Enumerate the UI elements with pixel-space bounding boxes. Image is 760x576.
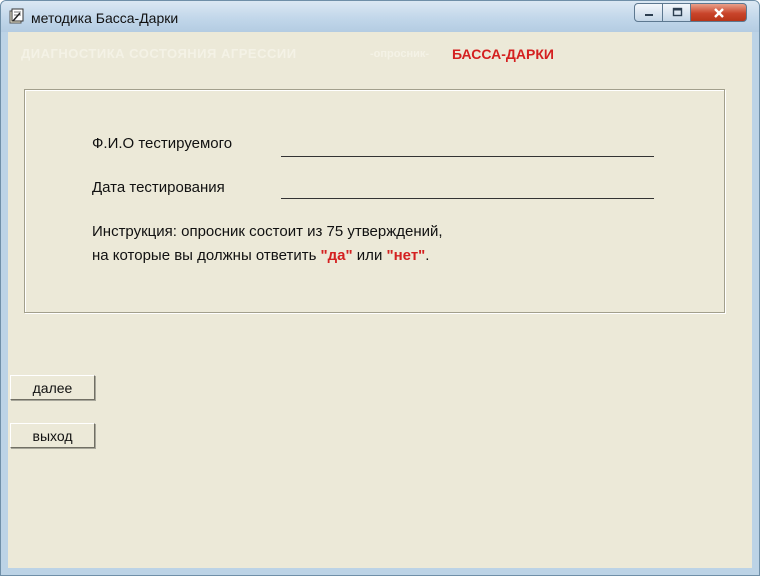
date-input-line[interactable]	[281, 198, 654, 199]
yes-answer-text: "да"	[320, 247, 353, 264]
maximize-button[interactable]	[663, 3, 691, 22]
test-info-panel: Ф.И.О тестируемого Дата тестирования Инс…	[24, 89, 725, 313]
name-label: Ф.И.О тестируемого	[92, 135, 233, 152]
instruction-period: .	[425, 247, 430, 264]
close-button[interactable]	[691, 3, 747, 22]
instruction-line-1: Инструкция: опросник состоит из 75 утвер…	[92, 223, 443, 240]
instruction-line-2: на которые вы должны ответить "да" или "…	[92, 244, 443, 268]
app-icon	[9, 8, 24, 24]
minimize-button[interactable]	[634, 3, 663, 22]
instruction-line-2-text: на которые вы должны ответить	[92, 247, 321, 264]
minimize-icon	[644, 13, 653, 16]
exit-button[interactable]: выход	[10, 423, 95, 448]
title-bar[interactable]: методика Басса-Дарки	[1, 1, 759, 32]
name-input-line[interactable]	[281, 156, 654, 157]
header-brand-title: БАССА-ДАРКИ	[452, 46, 554, 62]
no-answer-text: "нет"	[386, 247, 426, 264]
or-word: или	[352, 247, 387, 264]
maximize-icon	[672, 7, 682, 17]
instruction-text: Инструкция: опросник состоит из 75 утвер…	[92, 220, 443, 268]
window-title: методика Басса-Дарки	[31, 10, 179, 26]
client-area: ДИАГНОСТИКА СОСТОЯНИЯ АГРЕССИИ -опросник…	[8, 32, 752, 568]
next-button[interactable]: далее	[10, 375, 95, 400]
header-faded-title: ДИАГНОСТИКА СОСТОЯНИЯ АГРЕССИИ	[21, 46, 297, 61]
date-label: Дата тестирования	[92, 179, 225, 196]
header-faded-subtitle: -опросник-	[370, 48, 430, 60]
close-icon	[713, 7, 724, 18]
app-window: методика Басса-Дарки ДИАГНОСТИКА СОСТОЯН…	[0, 0, 760, 576]
